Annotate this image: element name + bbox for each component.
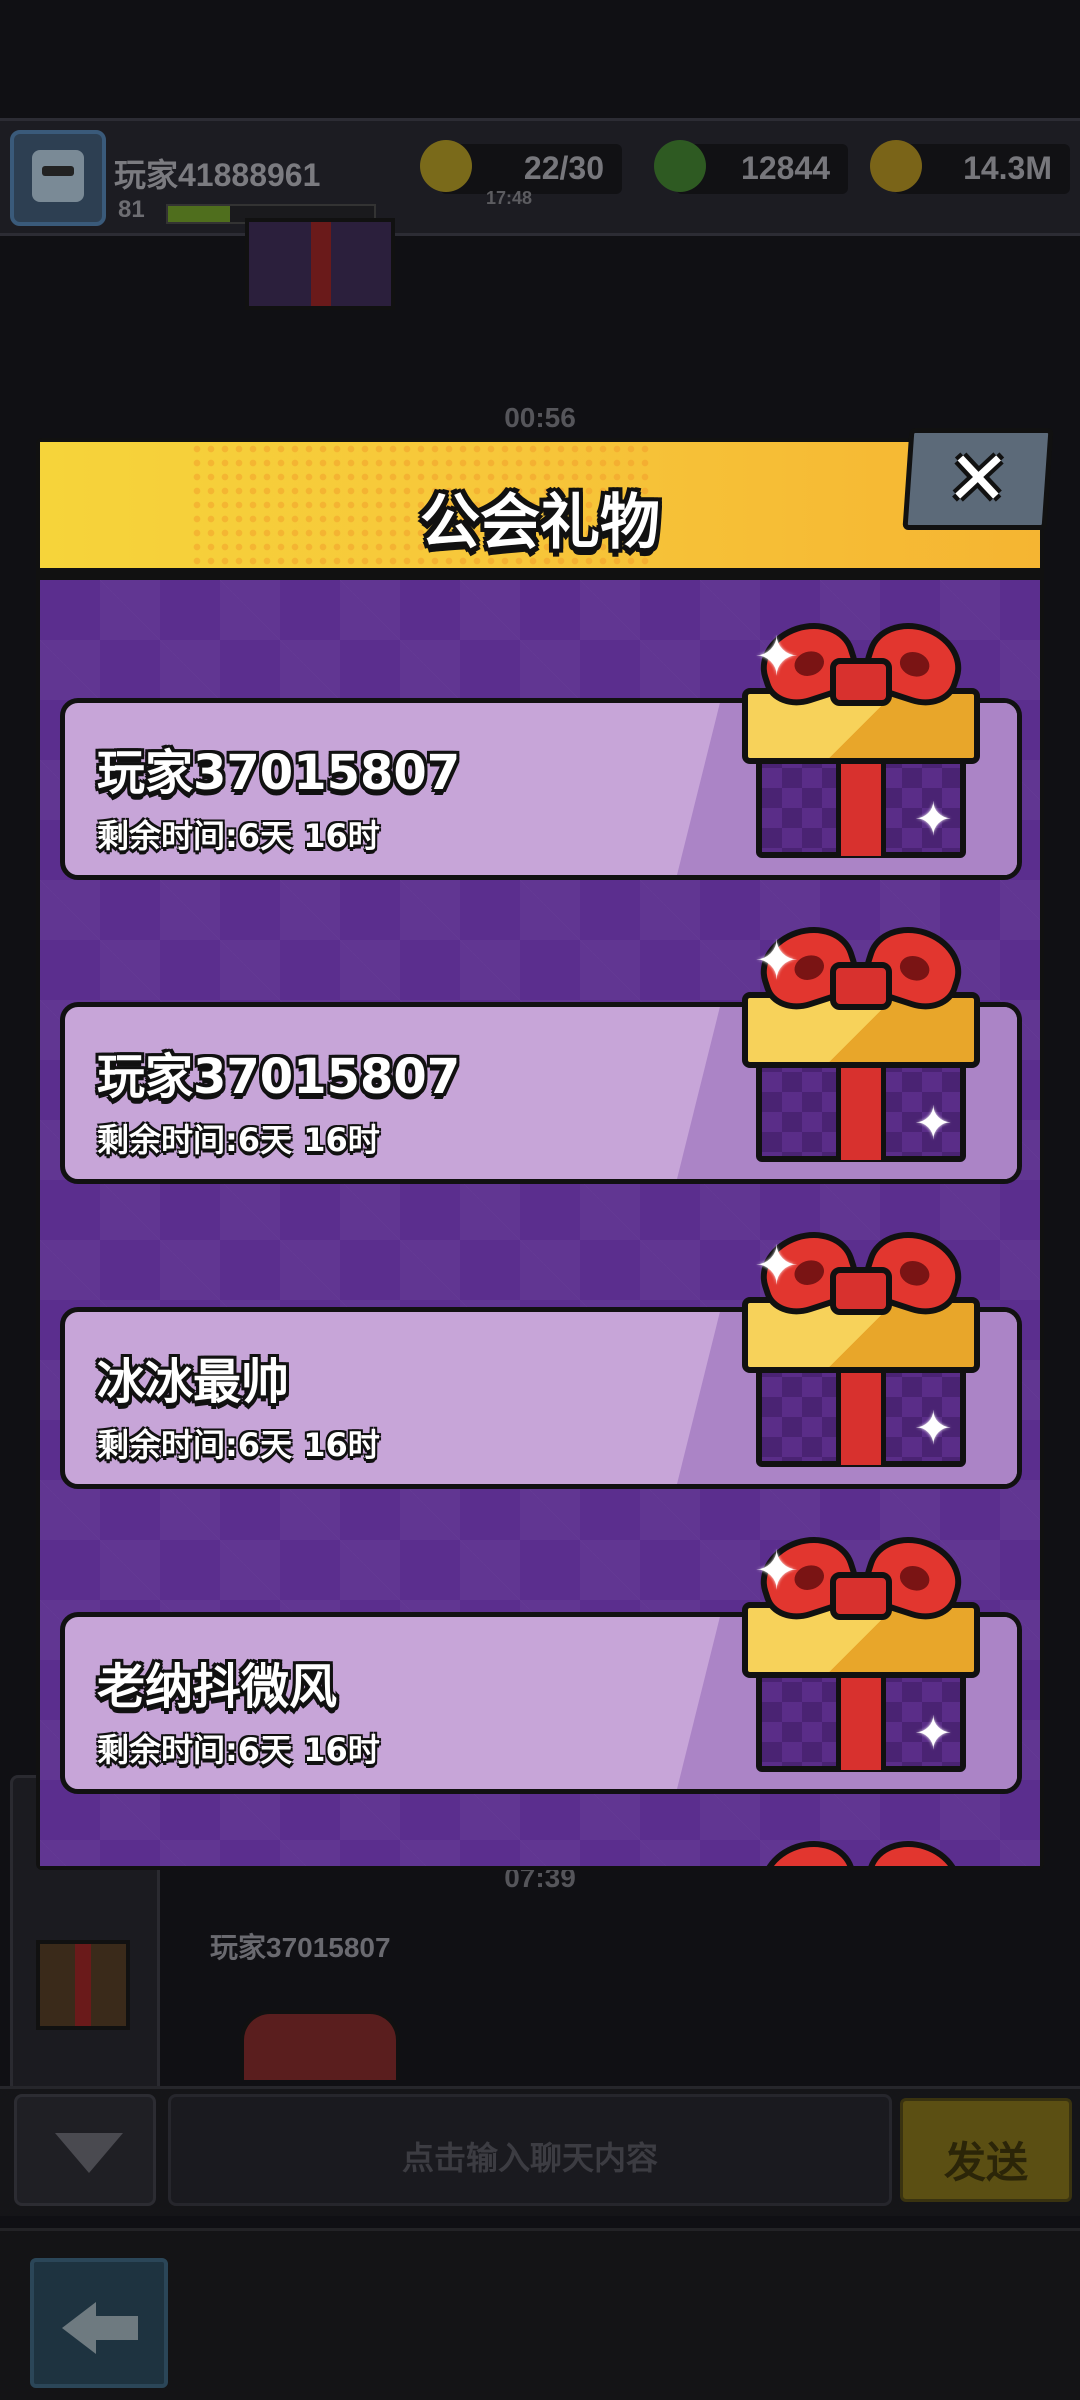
avatar-face-icon [32,150,84,202]
chevron-down-icon [55,2133,123,2173]
xp-bar-fill [168,206,230,222]
sparkle-icon: ✦ [914,1096,953,1150]
gift-box-icon[interactable]: ✦ ✦ [740,1220,990,1473]
avatar[interactable] [10,130,106,226]
energy-value: 22/30 [523,150,604,186]
gift-knot [830,1572,892,1620]
send-button[interactable]: 发送 [900,2098,1072,2202]
dialog-header: 公会礼物 [40,442,1040,574]
gift-list[interactable]: 玩家37015807 剩余时间:6天 16时 玩家37015807 剩余时间:6… [40,580,1040,1866]
sparkle-icon: ✦ [754,1539,800,1602]
back-arrow-shaft [94,2316,138,2340]
energy-icon [420,140,472,192]
coin-icon [870,140,922,192]
gift-bow-left [750,1829,866,1866]
gift-remaining-time: 剩余时间:6天 16时 [97,1426,380,1464]
gift-remaining-time: 剩余时间:6天 16时 [97,1121,380,1159]
player-level: 81 [118,196,145,223]
back-button[interactable] [30,2258,168,2388]
gift-box-icon[interactable]: ✦ ✦ [740,611,990,864]
send-button-label: 发送 [943,2139,1028,2186]
chat-input[interactable]: 点击输入聊天内容 [168,2094,892,2206]
gift-knot [830,658,892,706]
background-gift-icon [245,218,395,310]
gift-sender: 老纳抖微风 [97,1659,338,1715]
gift-bow-right [856,1829,972,1866]
collapse-button[interactable] [14,2094,156,2206]
close-icon: ✕ [943,436,1013,522]
gift-sender: 冰冰最帅 [97,1354,290,1410]
gift-sender: 玩家37015807 [97,745,461,801]
chat-input-placeholder: 点击输入聊天内容 [401,2140,658,2176]
back-arrow-icon [62,2302,96,2354]
gem-icon [654,140,706,192]
sparkle-icon: ✦ [914,1401,953,1455]
gift-box-icon[interactable]: ✦ ✦ [740,915,990,1168]
sparkle-icon: ✦ [754,1234,800,1297]
gift-box-icon[interactable]: ✦ ✦ [740,1525,990,1778]
chat-gift-icon[interactable] [240,2010,400,2080]
gift-knot [830,962,892,1010]
guild-gift-dialog: 公会礼物 玩家37015807 剩余时间:6天 16时 玩家37015807 剩… [36,438,1044,1870]
side-gift-icon[interactable] [36,1940,130,2030]
sparkle-icon: ✦ [754,625,800,688]
sparkle-icon: ✦ [914,1706,953,1760]
gift-knot [830,1267,892,1315]
coins-value: 14.3M [963,150,1052,186]
gems-value: 12844 [741,150,830,186]
sparkle-icon: ✦ [914,792,953,846]
player-name: 玩家41888961 [114,157,321,193]
dialog-title: 公会礼物 [420,488,660,558]
gift-box-icon[interactable] [740,1829,990,1866]
gift-remaining-time: 剩余时间:6天 16时 [97,1731,380,1769]
game-screen: 玩家41888961 81 22/30 17:48 12844 14.3M 00… [0,0,1080,2400]
gift-remaining-time: 剩余时间:6天 16时 [97,817,380,855]
close-button[interactable]: ✕ [902,428,1054,530]
sparkle-icon: ✦ [754,929,800,992]
energy-timer: 17:48 [486,188,533,208]
gift-sender: 玩家37015807 [97,1049,461,1105]
chat-player-name: 玩家37015807 [210,1932,391,1963]
